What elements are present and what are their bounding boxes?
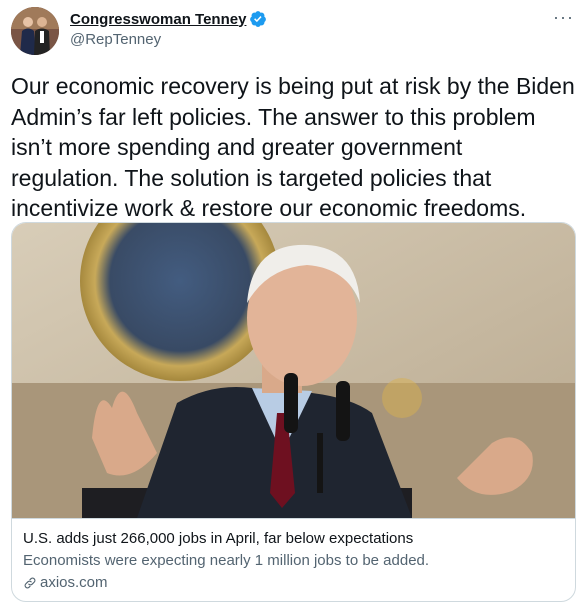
card-image[interactable] — [12, 223, 575, 518]
card-title[interactable]: U.S. adds just 266,000 jobs in April, fa… — [23, 530, 413, 547]
tweet: Congresswoman Tenney @RepTenney ··· Our … — [0, 0, 588, 613]
author-display-name[interactable]: Congresswoman Tenney — [70, 11, 246, 28]
avatar-image — [11, 7, 59, 55]
card-meta[interactable]: U.S. adds just 266,000 jobs in April, fa… — [12, 518, 575, 601]
avatar[interactable] — [11, 7, 59, 55]
author-name-row: Congresswoman Tenney — [70, 9, 267, 29]
link-card[interactable]: U.S. adds just 266,000 jobs in April, fa… — [11, 222, 576, 602]
link-icon — [24, 577, 36, 588]
more-options-icon[interactable]: ··· — [553, 8, 574, 26]
verified-badge-icon — [250, 11, 267, 27]
card-domain-label: axios.com — [40, 574, 108, 591]
news-photo-icon — [12, 223, 575, 518]
author-handle[interactable]: @RepTenney — [70, 31, 161, 48]
card-description: Economists were expecting nearly 1 milli… — [23, 552, 430, 569]
tweet-text: Our economic recovery is being put at ri… — [11, 73, 575, 221]
card-domain[interactable]: axios.com — [23, 574, 108, 591]
